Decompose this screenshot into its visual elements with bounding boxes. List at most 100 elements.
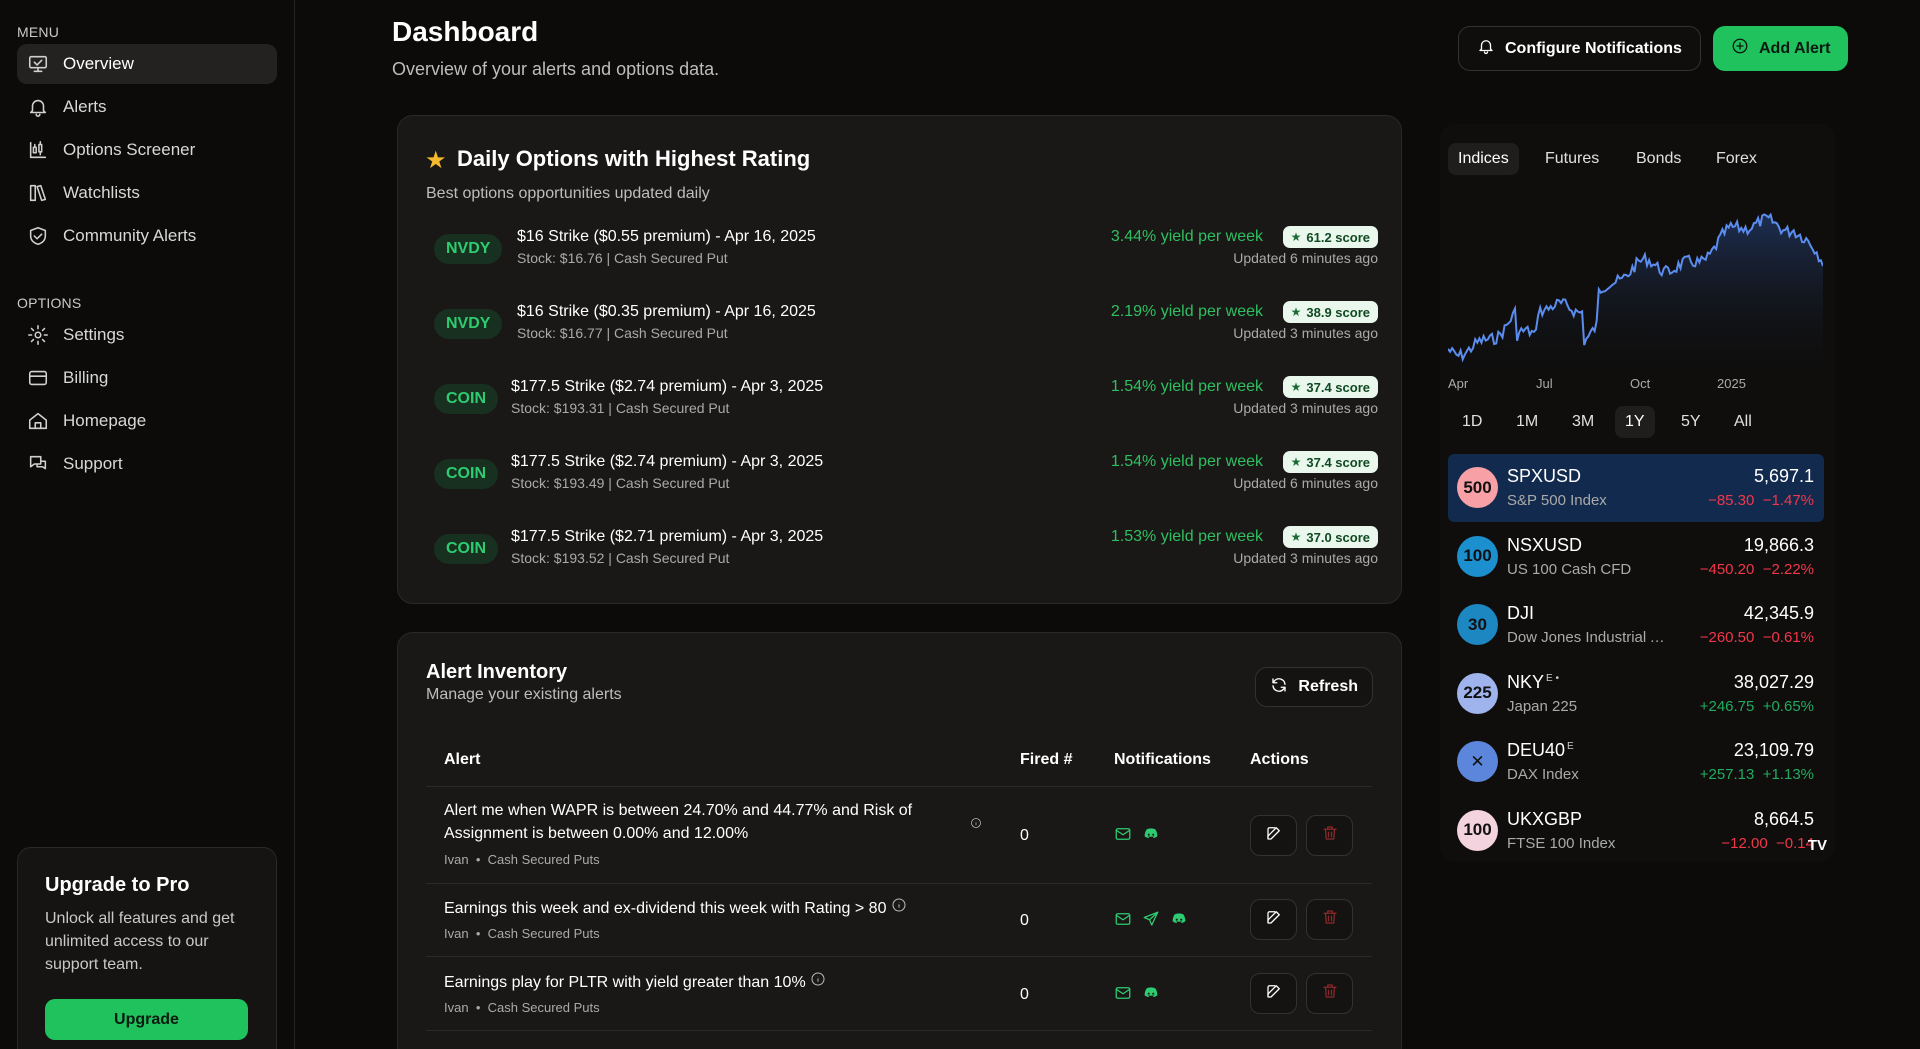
column-header-notifications[interactable]: Notifications <box>1114 751 1211 769</box>
trash-icon <box>1321 982 1339 1005</box>
alert-text: Alert me when WAPR is between 24.70% and… <box>444 802 913 842</box>
home-icon <box>27 410 49 432</box>
info-icon[interactable] <box>970 816 982 834</box>
plus-circle-icon <box>1731 37 1749 60</box>
tab-bonds[interactable]: Bonds <box>1626 143 1691 175</box>
symbol-logo: 500 <box>1457 467 1498 508</box>
mail-icon <box>1114 910 1132 933</box>
bell-icon <box>27 96 49 118</box>
alert-owner: Ivan <box>444 852 469 867</box>
symbol-logo: 100 <box>1457 535 1498 577</box>
symbol-description: FTSE 100 Index <box>1507 834 1616 852</box>
edit-button[interactable] <box>1250 899 1297 940</box>
ticker-badge: NVDY <box>434 234 503 264</box>
symbol-ticker: DEU40 <box>1507 740 1566 760</box>
range-1y[interactable]: 1Y <box>1615 406 1655 438</box>
change-abs: −12.00 <box>1721 834 1768 852</box>
column-header-actions[interactable]: Actions <box>1250 751 1309 769</box>
star-icon: ★ <box>1290 455 1302 469</box>
mail-icon <box>1114 825 1132 848</box>
send-icon <box>1142 910 1160 933</box>
alert-text: Earnings this week and ex-dividend this … <box>444 900 887 917</box>
sidebar-item-alerts[interactable]: Alerts <box>17 87 277 127</box>
alert-description: Alert me when WAPR is between 24.70% and… <box>444 799 964 845</box>
refresh-label: Refresh <box>1298 678 1358 695</box>
column-header-fired[interactable]: Fired # <box>1020 751 1072 769</box>
column-header-alert[interactable]: Alert <box>444 751 480 769</box>
option-row[interactable]: COIN $177.5 Strike ($2.74 premium) - Apr… <box>434 374 1378 434</box>
chat-icon <box>27 453 49 475</box>
sidebar-item-overview[interactable]: Overview <box>17 44 277 84</box>
tab-indices[interactable]: Indices <box>1448 143 1519 175</box>
star-icon: ★ <box>1290 380 1302 394</box>
info-icon[interactable] <box>891 897 907 920</box>
edit-button[interactable] <box>1250 815 1297 856</box>
sidebar-item-community-alerts[interactable]: Community Alerts <box>17 216 277 256</box>
option-row[interactable]: COIN $177.5 Strike ($2.74 premium) - Apr… <box>434 449 1378 509</box>
sidebar-item-settings[interactable]: Settings <box>17 315 277 355</box>
score-value: 37.4 score <box>1306 379 1370 395</box>
upgrade-button[interactable]: Upgrade <box>45 999 248 1040</box>
add-alert-button[interactable]: Add Alert <box>1713 26 1849 71</box>
discord-icon <box>1170 910 1188 933</box>
tab-forex[interactable]: Forex <box>1706 143 1767 175</box>
option-row[interactable]: COIN $177.5 Strike ($2.71 premium) - Apr… <box>434 524 1378 584</box>
option-meta: Stock: $16.77 | Cash Secured Put <box>517 325 728 341</box>
change-abs: −85.30 <box>1708 492 1755 509</box>
option-yield: 1.54% yield per week <box>1110 378 1263 395</box>
star-icon: ★ <box>425 147 447 174</box>
index-chart[interactable] <box>1447 184 1824 384</box>
discord-icon <box>1142 825 1160 848</box>
range-3m[interactable]: 3M <box>1562 406 1604 438</box>
chart-candles-icon <box>27 139 49 161</box>
sidebar-item-support[interactable]: Support <box>17 444 277 484</box>
mail-icon <box>1114 984 1132 1007</box>
configure-notifications-button[interactable]: Configure Notifications <box>1458 26 1701 71</box>
add-alert-label: Add Alert <box>1759 39 1831 57</box>
divider <box>426 1030 1372 1031</box>
delete-button[interactable] <box>1306 899 1353 940</box>
symbol-row-dji[interactable]: 30 DJI Dow Jones Industrial Average 42,345.… <box>1448 591 1824 659</box>
notification-channels <box>1114 984 1160 1007</box>
sidebar-item-options-screener[interactable]: Options Screener <box>17 130 277 170</box>
change-pct: −0.61% <box>1762 629 1814 646</box>
option-title: $16 Strike ($0.55 premium) - Apr 16, 202… <box>517 228 816 245</box>
edit-button[interactable] <box>1250 973 1297 1014</box>
tab-futures[interactable]: Futures <box>1535 143 1609 175</box>
ticker-badge: NVDY <box>434 309 503 339</box>
symbol-row-nsxusd[interactable]: 100 NSXUSD US 100 Cash CFD 19,866.3 −450.20 … <box>1448 523 1824 591</box>
upgrade-title: Upgrade to Pro <box>45 874 190 896</box>
delete-button[interactable] <box>1306 973 1353 1014</box>
sidebar-item-label: Billing <box>63 368 109 387</box>
range-5y[interactable]: 5Y <box>1671 406 1711 438</box>
score-value: 61.2 score <box>1306 229 1370 245</box>
sidebar-item-homepage[interactable]: Homepage <box>17 401 277 441</box>
symbol-change: −260.50 −0.61% <box>1700 629 1814 646</box>
symbol-row-deu40[interactable]: ✕ DEU40 E DAX Index 23,109.79 +257.13 +1.13% <box>1448 728 1824 796</box>
daily-options-subtitle: Best options opportunities updated daily <box>426 185 710 202</box>
sidebar-item-watchlists[interactable]: Watchlists <box>17 173 277 213</box>
range-1m[interactable]: 1M <box>1506 406 1548 438</box>
alert-category: Cash Secured Puts <box>487 1000 600 1015</box>
option-updated: Updated 3 minutes ago <box>1233 550 1378 566</box>
fired-count: 0 <box>1020 912 1029 929</box>
discord-icon <box>1142 984 1160 1007</box>
range-all[interactable]: All <box>1724 406 1762 438</box>
symbol-row-ukxgbp[interactable]: 100 UKXGBP FTSE 100 Index 8,664.5 −12.00 −0.… <box>1448 797 1824 865</box>
option-updated: Updated 3 minutes ago <box>1233 325 1378 341</box>
symbol-row-nky[interactable]: 225 NKY E • Japan 225 38,027.29 +246.75 +0.65… <box>1448 660 1824 728</box>
tradingview-logo: TV <box>1807 837 1827 854</box>
symbol-name: DJI <box>1507 603 1536 624</box>
symbol-change: −12.00 −0.14 <box>1721 835 1814 852</box>
alert-category: Cash Secured Puts <box>487 852 600 867</box>
option-row[interactable]: NVDY $16 Strike ($0.35 premium) - Apr 16… <box>434 299 1378 359</box>
delete-button[interactable] <box>1306 815 1353 856</box>
range-1d[interactable]: 1D <box>1452 406 1492 438</box>
refresh-button[interactable]: Refresh <box>1255 667 1373 707</box>
sidebar-item-billing[interactable]: Billing <box>17 358 277 398</box>
option-title: $177.5 Strike ($2.74 premium) - Apr 3, 2… <box>511 453 824 470</box>
option-yield: 2.19% yield per week <box>1110 303 1263 320</box>
symbol-row-spxusd[interactable]: 500 SPXUSD S&P 500 Index 5,697.1 −85.30 −1.4… <box>1448 454 1824 522</box>
option-row[interactable]: NVDY $16 Strike ($0.55 premium) - Apr 16… <box>434 224 1378 284</box>
info-icon[interactable] <box>810 971 826 994</box>
